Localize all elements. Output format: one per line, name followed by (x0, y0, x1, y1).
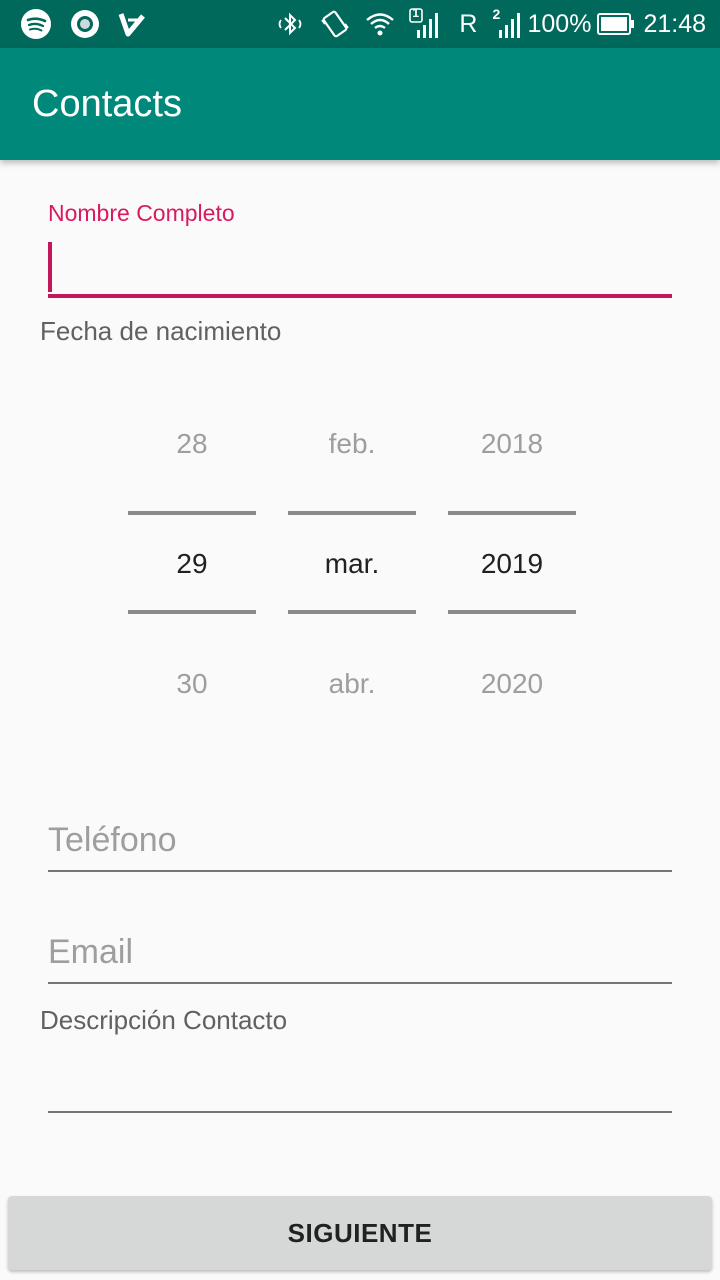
month-divider-bottom (288, 610, 416, 614)
email-underline (48, 982, 672, 984)
bluetooth-icon (275, 9, 305, 39)
full-name-field[interactable] (48, 238, 672, 300)
status-right-icons: 1 R 2 100% 21:48 (275, 6, 706, 40)
sim2-label: 2 (492, 6, 501, 22)
year-selected[interactable]: 2019 (448, 534, 576, 594)
day-divider-top (128, 511, 256, 515)
email-input[interactable] (48, 924, 672, 980)
description-underline (48, 1111, 672, 1113)
status-bar: 1 R 2 100% 21:48 (0, 0, 720, 48)
vibrate-icon (319, 8, 351, 40)
phone-underline (48, 870, 672, 872)
sim1-label: 1 (412, 6, 420, 20)
full-name-underline (48, 294, 672, 298)
signal-sim2-icon: 2 (491, 6, 521, 40)
next-button[interactable]: SIGUIENTE (8, 1196, 712, 1270)
month-spinner[interactable]: feb. mar. abr. (288, 384, 416, 744)
day-prev[interactable]: 28 (128, 414, 256, 474)
day-next[interactable]: 30 (128, 654, 256, 714)
month-selected[interactable]: mar. (288, 534, 416, 594)
text-cursor (48, 242, 52, 292)
roaming-indicator: R (459, 9, 478, 38)
date-picker[interactable]: 28 29 30 feb. mar. abr. 2018 2019 2020 (128, 384, 576, 744)
full-name-label: Nombre Completo (48, 200, 235, 226)
app-title: Contacts (32, 82, 182, 125)
circle-app-icon (70, 9, 100, 39)
clock: 21:48 (643, 9, 706, 38)
wifi-icon (365, 9, 395, 39)
battery-percentage: 100% (527, 9, 592, 38)
description-input[interactable] (48, 1053, 672, 1109)
year-divider-top (448, 511, 576, 515)
year-next[interactable]: 2020 (448, 654, 576, 714)
day-selected[interactable]: 29 (128, 534, 256, 594)
signal-sim1-icon: 1 (409, 6, 439, 40)
description-label: Descripción Contacto (40, 1005, 288, 1035)
birthdate-label: Fecha de nacimiento (40, 316, 282, 346)
month-next[interactable]: abr. (288, 654, 416, 714)
day-divider-bottom (128, 610, 256, 614)
day-spinner[interactable]: 28 29 30 (128, 384, 256, 744)
phone-field[interactable] (48, 812, 672, 872)
description-field[interactable] (48, 1053, 672, 1113)
email-field[interactable] (48, 924, 672, 984)
checkmark-app-icon (118, 10, 146, 38)
month-prev[interactable]: feb. (288, 414, 416, 474)
battery-icon (597, 13, 635, 35)
status-left-icons (20, 8, 146, 40)
spotify-icon (20, 8, 52, 40)
year-divider-bottom (448, 610, 576, 614)
full-name-input[interactable] (56, 238, 666, 294)
app-bar: Contacts (0, 48, 720, 160)
month-divider-top (288, 511, 416, 515)
year-spinner[interactable]: 2018 2019 2020 (448, 384, 576, 744)
year-prev[interactable]: 2018 (448, 414, 576, 474)
phone-input[interactable] (48, 812, 672, 868)
